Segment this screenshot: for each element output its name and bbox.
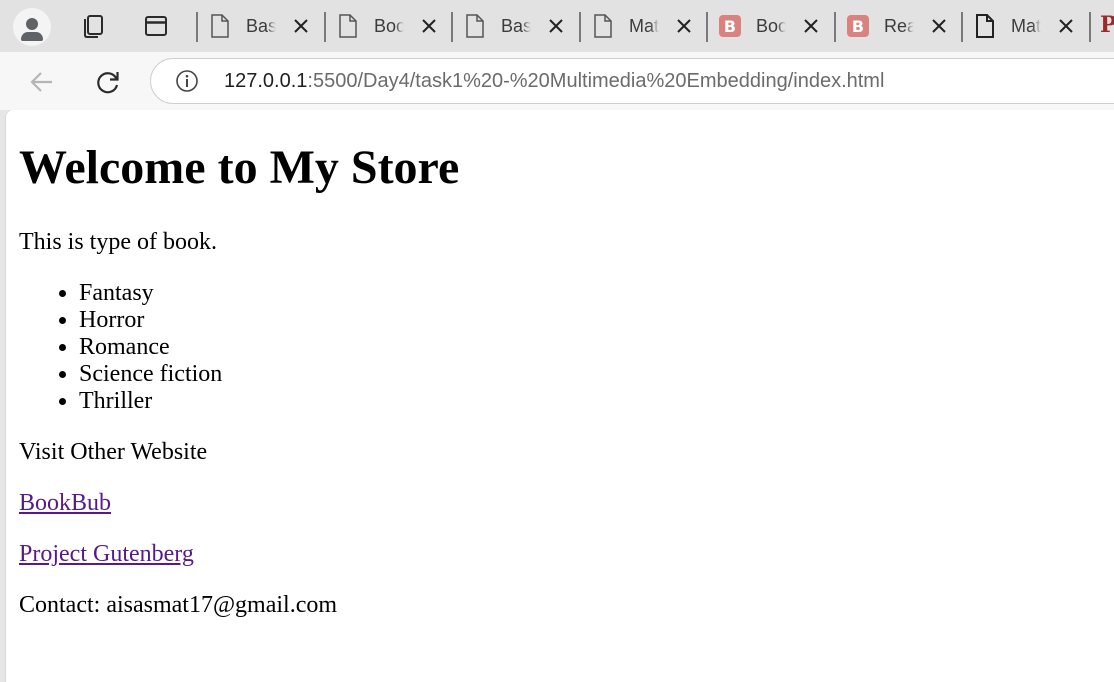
genre-list: Fantasy Horror Romance Science fiction T… — [19, 280, 222, 415]
address-url[interactable]: 127.0.0.1:5500/Day4/task1%20-%20Multimed… — [224, 70, 884, 93]
back-button[interactable] — [24, 64, 60, 100]
list-item: Thriller — [79, 388, 222, 415]
tab-book-store[interactable]: Book Store — [326, 10, 453, 42]
info-icon[interactable] — [175, 69, 199, 93]
tab-separator — [1089, 12, 1091, 42]
close-icon[interactable] — [291, 16, 311, 36]
tab-book[interactable]: B Book — [708, 10, 835, 42]
visit-label: Visit Other Website — [19, 439, 208, 465]
avatar-body-icon — [21, 32, 43, 41]
list-item: Romance — [79, 334, 222, 361]
tab-title: Basic Html — [246, 15, 276, 36]
tab-strip: Basic Html Book Store Basic Css — [0, 0, 1114, 52]
document-icon — [208, 14, 232, 38]
tab-title: Mat/ — [1011, 15, 1041, 36]
tab-mat-2[interactable]: Mat/ — [963, 10, 1090, 42]
vertical-tabs-button[interactable] — [140, 10, 172, 42]
tab-layout-icon — [145, 16, 167, 36]
address-bar[interactable]: 127.0.0.1:5500/Day4/task1%20-%20Multimed… — [150, 58, 1114, 104]
bookbub-link[interactable]: BookBub — [19, 490, 111, 516]
close-icon[interactable] — [929, 16, 949, 36]
list-item: Science fiction — [79, 361, 222, 388]
tab-title: Book Store — [374, 15, 404, 36]
project-gutenberg-link[interactable]: Project Gutenberg — [19, 541, 194, 567]
close-icon[interactable] — [546, 16, 566, 36]
browser-window: Basic Html Book Store Basic Css — [0, 0, 1114, 682]
document-icon — [973, 14, 997, 38]
close-icon[interactable] — [419, 16, 439, 36]
url-host: 127.0.0.1 — [224, 70, 308, 92]
b-favicon-icon: B — [718, 14, 742, 38]
avatar-head-icon — [26, 18, 38, 30]
tab-title: Read — [884, 15, 914, 36]
reload-icon — [97, 72, 119, 94]
tab-title: Mat/ — [629, 15, 659, 36]
contact-text: Contact: aisasmat17@gmail.com — [19, 592, 338, 618]
link-paragraph: BookBub — [19, 490, 111, 517]
list-item: Fantasy — [79, 280, 222, 307]
page-title: Welcome to My Store — [19, 141, 460, 194]
browser-toolbar: 127.0.0.1:5500/Day4/task1%20-%20Multimed… — [0, 52, 1114, 110]
tab-mat[interactable]: Mat/ — [581, 10, 708, 42]
workspaces-icon — [84, 15, 103, 38]
page-viewport: Welcome to My Store This is type of book… — [5, 110, 1114, 682]
list-item: Horror — [79, 307, 222, 334]
tab-basic-css[interactable]: Basic Css — [453, 10, 580, 42]
profile-avatar-button[interactable] — [13, 8, 51, 46]
close-icon[interactable] — [801, 16, 821, 36]
reload-button[interactable] — [90, 64, 126, 100]
b-favicon-icon: B — [846, 14, 870, 38]
link-paragraph: Project Gutenberg — [19, 541, 194, 568]
document-icon — [336, 14, 360, 38]
document-icon — [463, 14, 487, 38]
workspaces-button[interactable] — [77, 10, 109, 42]
close-icon[interactable] — [674, 16, 694, 36]
url-path: :5500/Day4/task1%20-%20Multimedia%20Embe… — [307, 70, 885, 92]
close-icon[interactable] — [1056, 16, 1076, 36]
partial-tab-favicon-icon[interactable]: P — [1100, 12, 1114, 38]
tab-read[interactable]: B Read — [836, 10, 963, 42]
intro-text: This is type of book. — [19, 229, 217, 255]
tab-title: Book — [756, 15, 786, 36]
arrow-left-icon — [30, 72, 52, 92]
tab-basic-html[interactable]: Basic Html — [198, 10, 325, 42]
tab-title: Basic Css — [501, 15, 531, 36]
document-icon — [591, 14, 615, 38]
